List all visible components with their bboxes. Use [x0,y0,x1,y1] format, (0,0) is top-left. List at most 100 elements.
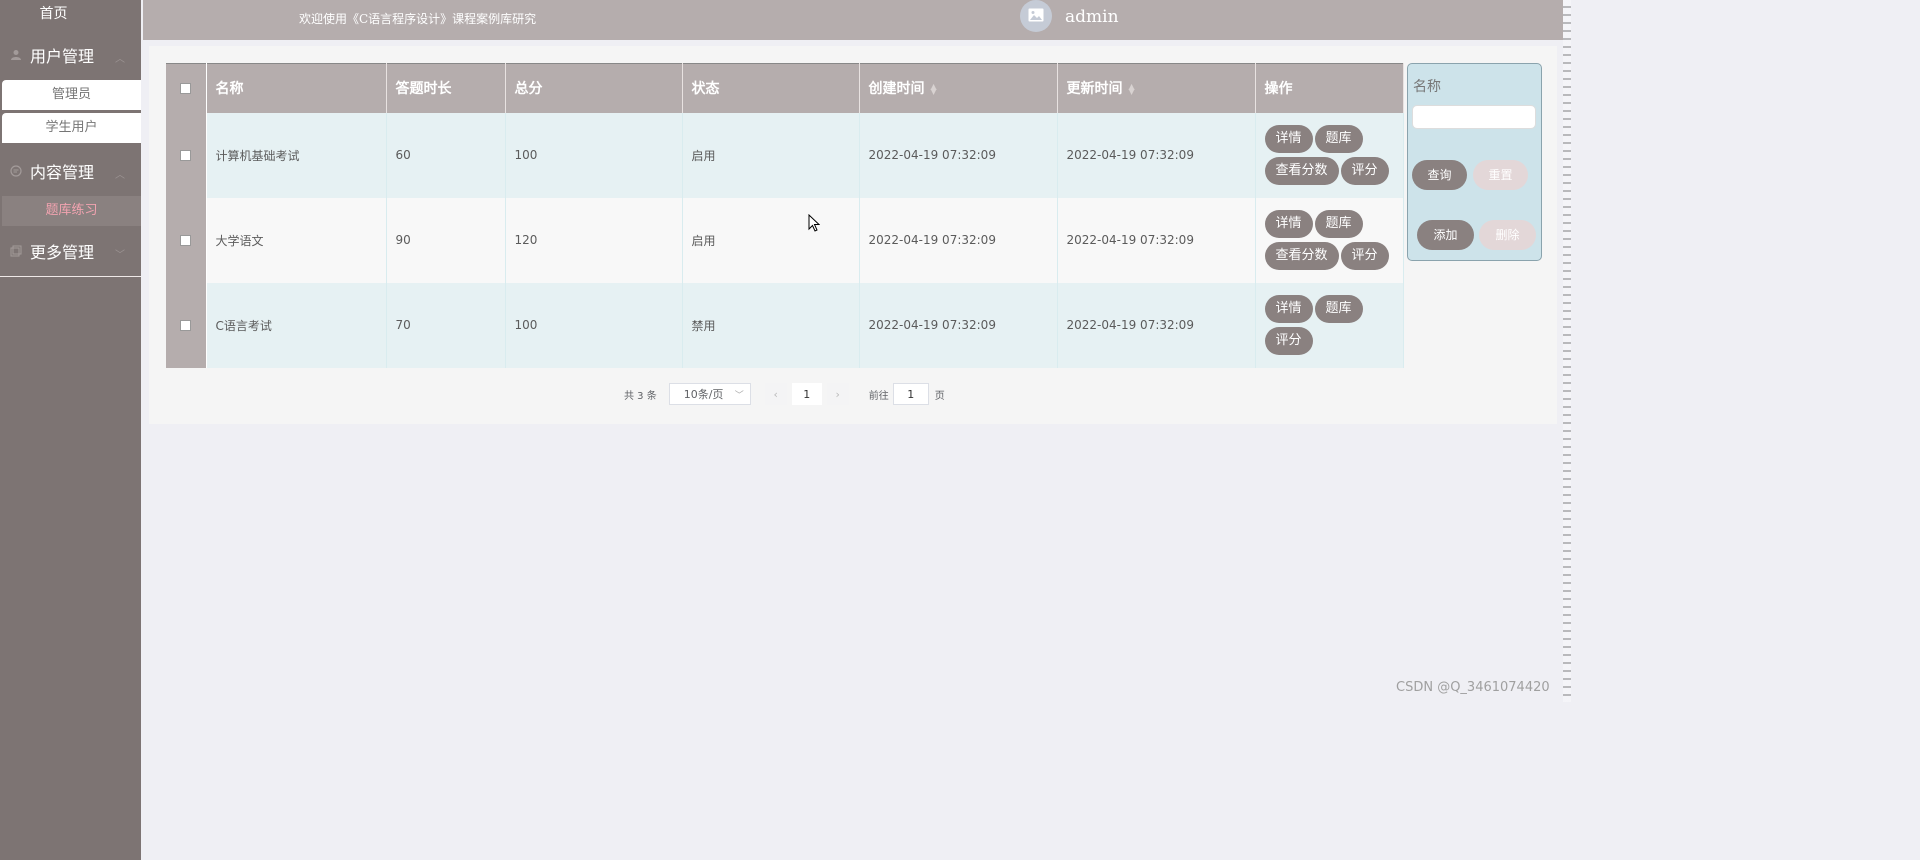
mouse-cursor-icon [808,213,821,236]
avatar[interactable] [1020,0,1052,32]
sidebar-group-content-management[interactable]: 内容管理 ︿ [0,146,141,196]
sidebar-item-home[interactable]: 首页 [0,0,141,30]
table-row: 计算机基础考试 60 100 启用 2022-04-19 07:32:09 20… [166,112,1404,198]
cell-updated: 2022-04-19 07:32:09 [1057,197,1256,283]
row-checkbox-cell[interactable] [166,197,207,283]
sidebar-item-students[interactable]: 学生用户 [2,113,141,143]
cell-updated: 2022-04-19 07:32:09 [1057,112,1256,198]
table-row: 大学语文 90 120 启用 2022-04-19 07:32:09 2022-… [166,197,1404,283]
sidebar-group-label: 更多管理 [30,243,95,262]
data-table: 名称 答题时长 总分 状态 创建时间 ▲ ▼ 更新时间 ▲ ▼ 操作 计算机基础考试 6… [166,63,1404,368]
row-checkbox[interactable] [180,235,192,246]
column-label: 创建时间 [868,81,925,98]
chevron-right-icon: › [835,387,840,401]
sort-icon[interactable]: ▲ ▼ [1129,83,1135,96]
row-checkbox-cell[interactable] [166,282,207,368]
sidebar-divider [0,276,141,277]
sort-icon[interactable]: ▲ ▼ [931,83,937,96]
details-button[interactable]: 详情 [1264,210,1313,238]
view-scores-button[interactable]: 查看分数 [1264,242,1339,270]
cell-status: 启用 [682,112,860,198]
sidebar-group-label: 用户管理 [30,47,95,66]
column-header-updated[interactable]: 更新时间 ▲ ▼ [1057,63,1256,113]
view-scores-button[interactable]: 查看分数 [1264,157,1339,185]
chevron-down-icon: ﹀ [734,391,744,401]
watermark: CSDN @Q_3461074420 [1396,680,1550,695]
goto-page-input[interactable]: 1 [892,383,929,405]
sidebar-group-label: 内容管理 [30,163,95,182]
cell-updated: 2022-04-19 07:32:09 [1057,282,1256,368]
page-suffix: 页 [934,390,945,402]
cell-name: 大学语文 [206,197,387,283]
sidebar-group-more-management[interactable]: 更多管理 ﹀ [0,226,141,276]
cell-created: 2022-04-19 07:32:09 [859,282,1058,368]
page-size-value: 10条/页 [683,388,724,401]
add-button[interactable]: 添加 [1417,220,1474,250]
cell-status: 禁用 [682,282,860,368]
column-label: 更新时间 [1066,81,1123,98]
question-bank-button[interactable]: 题库 [1314,210,1363,238]
goto-label: 前往 [868,390,889,402]
column-header-status: 状态 [682,63,860,113]
search-name-label: 名称 [1413,79,1441,95]
column-header-name: 名称 [206,63,387,113]
cell-created: 2022-04-19 07:32:09 [859,197,1058,283]
column-header-duration: 答题时长 [386,63,506,113]
select-all-checkbox-cell[interactable] [166,63,207,113]
page-size-select[interactable]: 10条/页 ﹀ [668,383,751,405]
details-button[interactable]: 详情 [1264,125,1313,153]
username[interactable]: admin [1065,7,1119,27]
cell-actions: 详情 题库 查看分数 评分 [1255,197,1404,283]
row-checkbox-cell[interactable] [166,112,207,198]
sidebar-group-user-management[interactable]: 用户管理 ︿ [0,30,141,80]
cell-actions: 详情 题库 查看分数 评分 [1255,112,1404,198]
select-all-checkbox[interactable] [180,82,192,94]
page-title: 欢迎使用《C语言程序设计》课程案例库研究 [299,12,537,26]
grade-button[interactable]: 评分 [1340,242,1389,270]
pagination: 共 3 条 10条/页 ﹀ ‹ 1 › 前往 1 页 [624,383,945,405]
next-page-button[interactable]: › [826,383,849,405]
top-header: 欢迎使用《C语言程序设计》课程案例库研究 admin [143,0,1563,40]
sidebar-item-question-bank[interactable]: 题库练习 [2,196,141,226]
sidebar: 首页 用户管理 ︿ 管理员 学生用户 内容管理 ︿ 题库练习 更多管理 ﹀ [0,0,141,860]
sidebar-item-admin[interactable]: 管理员 [2,80,141,110]
grade-button[interactable]: 评分 [1264,327,1313,355]
column-header-score: 总分 [505,63,683,113]
cell-duration: 90 [386,197,506,283]
cell-score: 100 [505,112,683,198]
table-row: C语言考试 70 100 禁用 2022-04-19 07:32:09 2022… [166,282,1404,368]
query-button[interactable]: 查询 [1412,160,1467,190]
cell-name: 计算机基础考试 [206,112,387,198]
column-header-created[interactable]: 创建时间 ▲ ▼ [859,63,1058,113]
column-header-actions: 操作 [1255,63,1404,113]
edge-decoration [1563,0,1571,702]
details-button[interactable]: 详情 [1264,295,1313,323]
user-icon [8,47,24,63]
cell-name: C语言考试 [206,282,387,368]
delete-button[interactable]: 删除 [1479,220,1536,250]
search-panel: 名称 查询 重置 添加 删除 [1407,63,1542,261]
copy-icon [8,243,24,259]
image-icon [1028,7,1044,26]
current-page[interactable]: 1 [791,383,822,405]
cell-created: 2022-04-19 07:32:09 [859,112,1058,198]
grade-button[interactable]: 评分 [1340,157,1389,185]
cell-score: 100 [505,282,683,368]
cell-score: 120 [505,197,683,283]
cell-actions: 详情 题库 评分 [1255,282,1404,368]
prev-page-button[interactable]: ‹ [764,383,787,405]
search-name-input[interactable] [1412,105,1536,129]
chevron-down-icon: ﹀ [115,250,125,261]
row-checkbox[interactable] [180,150,192,161]
chevron-up-icon: ︿ [115,54,125,65]
question-bank-button[interactable]: 题库 [1314,125,1363,153]
reset-button[interactable]: 重置 [1473,160,1528,190]
chat-icon [8,163,24,179]
row-checkbox[interactable] [180,320,192,331]
chevron-up-icon: ︿ [115,170,125,181]
cell-duration: 60 [386,112,506,198]
table-header-row: 名称 答题时长 总分 状态 创建时间 ▲ ▼ 更新时间 ▲ ▼ 操作 [166,63,1404,113]
question-bank-button[interactable]: 题库 [1314,295,1363,323]
cell-duration: 70 [386,282,506,368]
cell-status: 启用 [682,197,860,283]
